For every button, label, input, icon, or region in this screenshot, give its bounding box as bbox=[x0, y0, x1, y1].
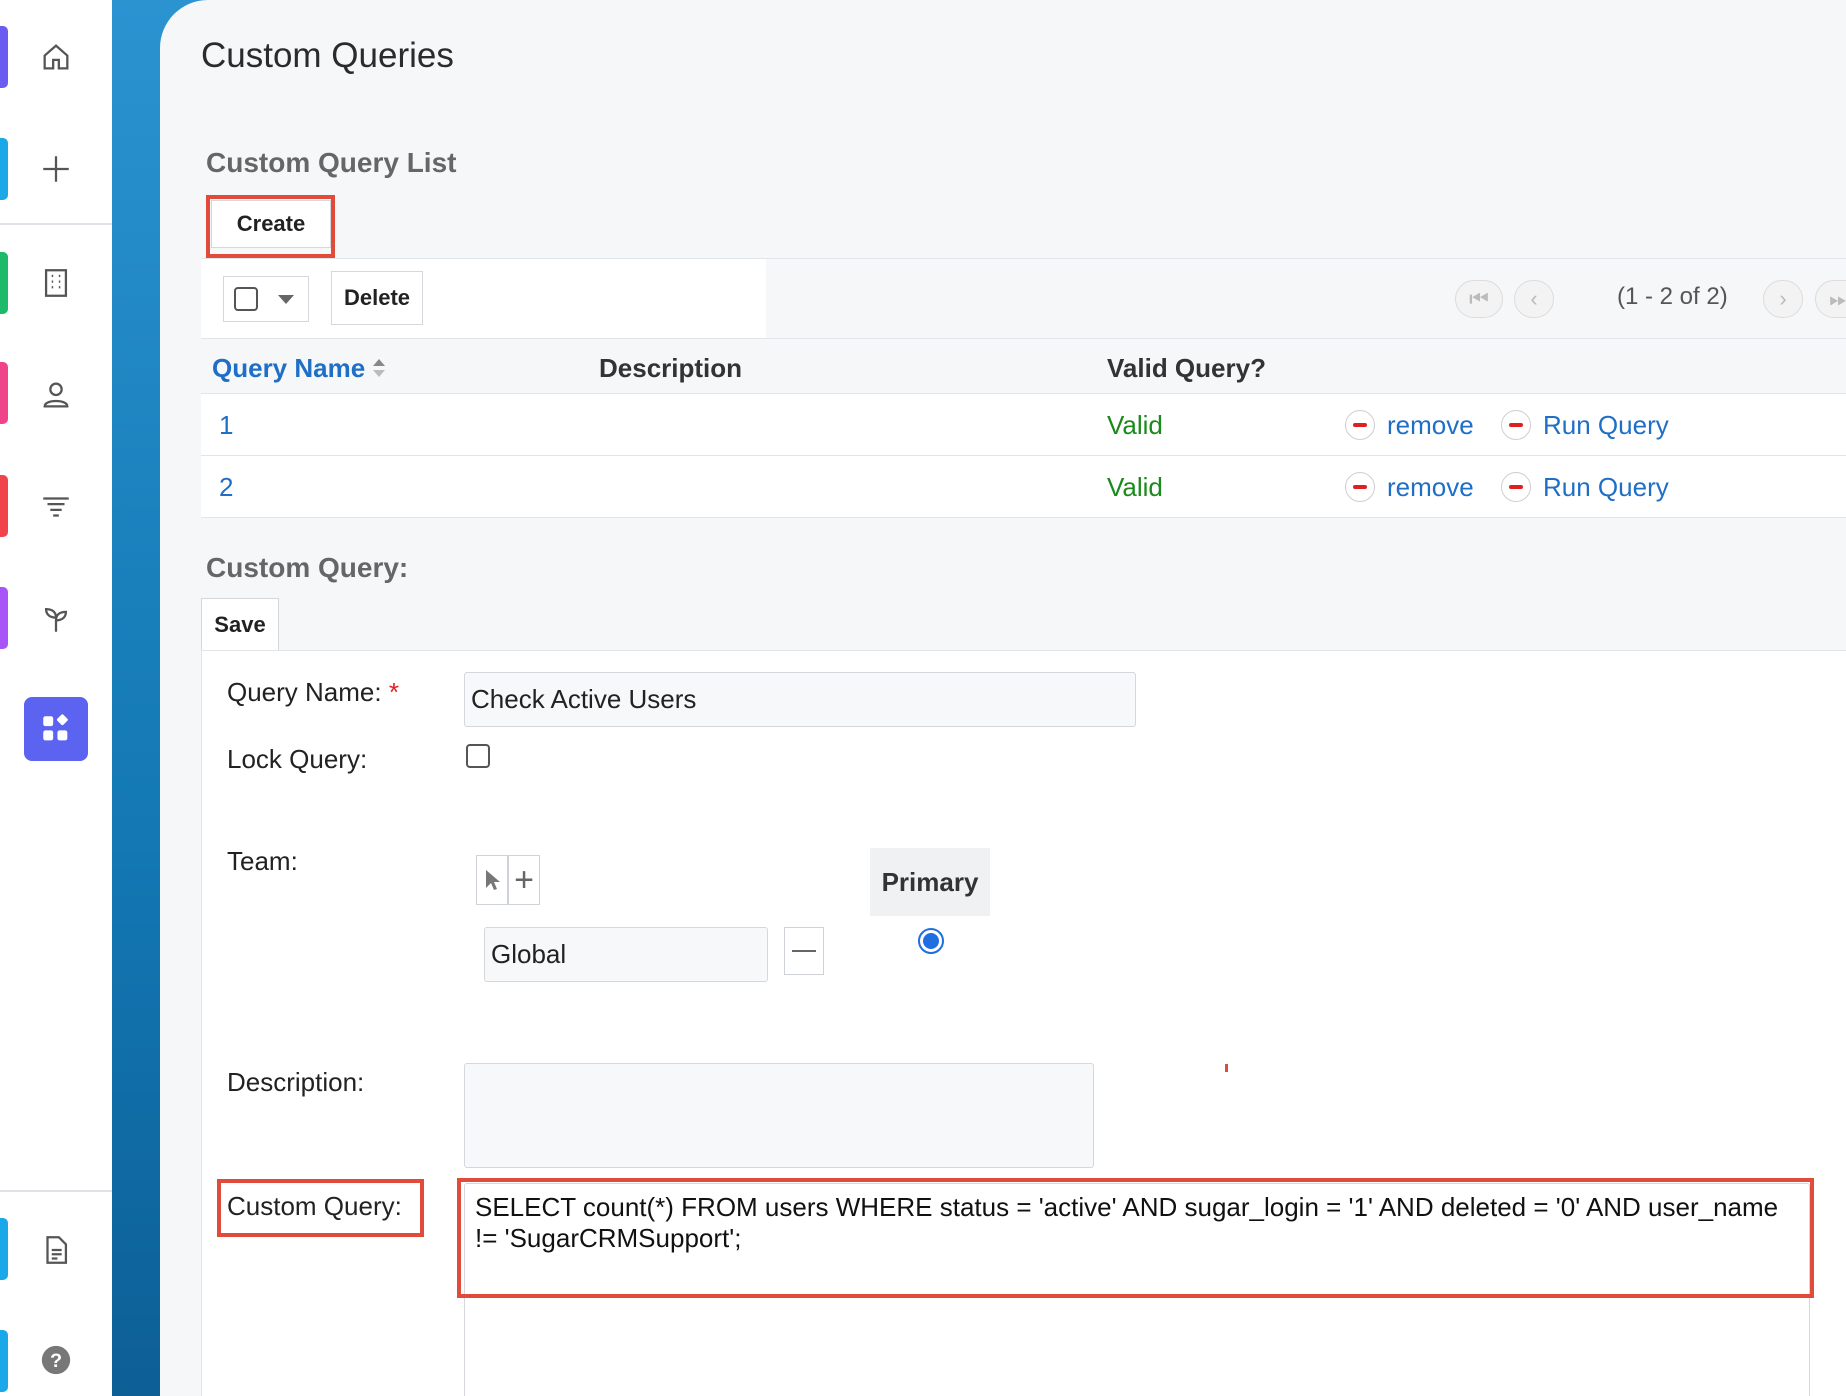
custom-query-highlight bbox=[457, 1178, 1814, 1298]
page-title: Custom Queries bbox=[201, 36, 454, 75]
description-label: Description: bbox=[227, 1067, 365, 1097]
custom-query-label-highlight bbox=[217, 1179, 424, 1237]
help-icon[interactable]: ? bbox=[34, 1338, 78, 1382]
rail-divider bbox=[0, 223, 112, 225]
run-query-icon[interactable] bbox=[1501, 410, 1531, 440]
building-icon[interactable] bbox=[34, 261, 78, 305]
select-all-dropdown[interactable] bbox=[223, 276, 309, 322]
apps-icon[interactable] bbox=[24, 697, 88, 761]
valid-status: Valid bbox=[1107, 472, 1163, 502]
team-input[interactable]: Global bbox=[484, 927, 768, 982]
contact-icon[interactable] bbox=[34, 373, 78, 417]
primary-column-header: Primary bbox=[870, 848, 990, 916]
main-content: Custom Queries Custom Query List Create … bbox=[160, 0, 1846, 1396]
sort-icon[interactable] bbox=[371, 357, 387, 379]
sprout-icon[interactable] bbox=[34, 597, 78, 641]
home-icon[interactable] bbox=[34, 35, 78, 79]
query-name-label: Query Name: * bbox=[227, 677, 399, 708]
query-name-link[interactable]: 2 bbox=[219, 472, 233, 503]
rail-stripe bbox=[0, 475, 8, 537]
add-team-icon[interactable]: + bbox=[508, 855, 540, 905]
delete-button[interactable]: Delete bbox=[331, 271, 423, 325]
valid-status: Valid bbox=[1107, 410, 1163, 440]
remove-icon[interactable] bbox=[1345, 410, 1375, 440]
document-icon[interactable] bbox=[34, 1228, 78, 1272]
remove-icon[interactable] bbox=[1345, 472, 1375, 502]
select-team-icon[interactable] bbox=[476, 855, 508, 905]
next-page-icon[interactable]: › bbox=[1763, 280, 1803, 318]
list-section-title: Custom Query List bbox=[206, 147, 457, 178]
list-toolbar: Delete ⏮ ‹ (1 - 2 of 2) › ⏭ bbox=[201, 258, 1846, 339]
table-row: 1 Valid remove Run Query bbox=[201, 394, 1846, 456]
rail-stripe bbox=[0, 252, 8, 314]
column-query-name[interactable]: Query Name bbox=[212, 353, 365, 384]
run-query-icon[interactable] bbox=[1501, 472, 1531, 502]
prev-page-icon[interactable]: ‹ bbox=[1514, 280, 1554, 318]
rail-stripe bbox=[0, 1330, 8, 1392]
table-row: 2 Valid remove Run Query bbox=[201, 456, 1846, 518]
last-page-icon[interactable]: ⏭ bbox=[1815, 280, 1846, 318]
lock-query-checkbox[interactable] bbox=[466, 744, 490, 768]
remove-link[interactable]: remove bbox=[1387, 472, 1474, 503]
form-section-title: Custom Query: bbox=[206, 552, 409, 583]
chevron-down-icon[interactable] bbox=[278, 294, 294, 304]
run-query-link[interactable]: Run Query bbox=[1543, 410, 1669, 441]
remove-link[interactable]: remove bbox=[1387, 410, 1474, 441]
team-label: Team: bbox=[227, 846, 298, 876]
rail-stripe bbox=[0, 587, 8, 649]
rail-stripe bbox=[0, 26, 8, 88]
svg-text:?: ? bbox=[50, 1350, 62, 1372]
query-name-label-text: Query Name: bbox=[227, 677, 382, 707]
pagination-text: (1 - 2 of 2) bbox=[1617, 283, 1728, 310]
plus-icon[interactable] bbox=[34, 147, 78, 191]
first-page-icon[interactable]: ⏮ bbox=[1455, 280, 1503, 318]
table-header: Query Name Description Valid Query? bbox=[201, 338, 1846, 394]
create-highlight bbox=[206, 195, 335, 258]
required-marker: * bbox=[388, 677, 399, 707]
column-description: Description bbox=[599, 353, 743, 383]
remove-team-icon[interactable] bbox=[784, 927, 824, 975]
save-button[interactable]: Save bbox=[201, 598, 279, 651]
rail-stripe bbox=[0, 138, 8, 200]
query-name-input[interactable]: Check Active Users bbox=[464, 672, 1136, 727]
rail-stripe bbox=[0, 1218, 8, 1280]
select-all-checkbox[interactable] bbox=[234, 287, 258, 311]
primary-team-radio[interactable] bbox=[918, 928, 944, 954]
column-valid-query: Valid Query? bbox=[1107, 353, 1266, 383]
run-query-link[interactable]: Run Query bbox=[1543, 472, 1669, 503]
rail-stripe bbox=[0, 362, 8, 424]
lock-query-label: Lock Query: bbox=[227, 744, 368, 774]
description-textarea[interactable] bbox=[464, 1063, 1094, 1168]
filter-icon[interactable] bbox=[34, 485, 78, 529]
custom-query-form: Query Name: * Check Active Users Lock Qu… bbox=[201, 650, 1846, 1396]
icon-rail: ? bbox=[0, 0, 112, 1396]
stray-mark bbox=[1225, 1064, 1228, 1072]
query-name-link[interactable]: 1 bbox=[219, 410, 233, 441]
rail-divider bbox=[0, 1190, 112, 1192]
